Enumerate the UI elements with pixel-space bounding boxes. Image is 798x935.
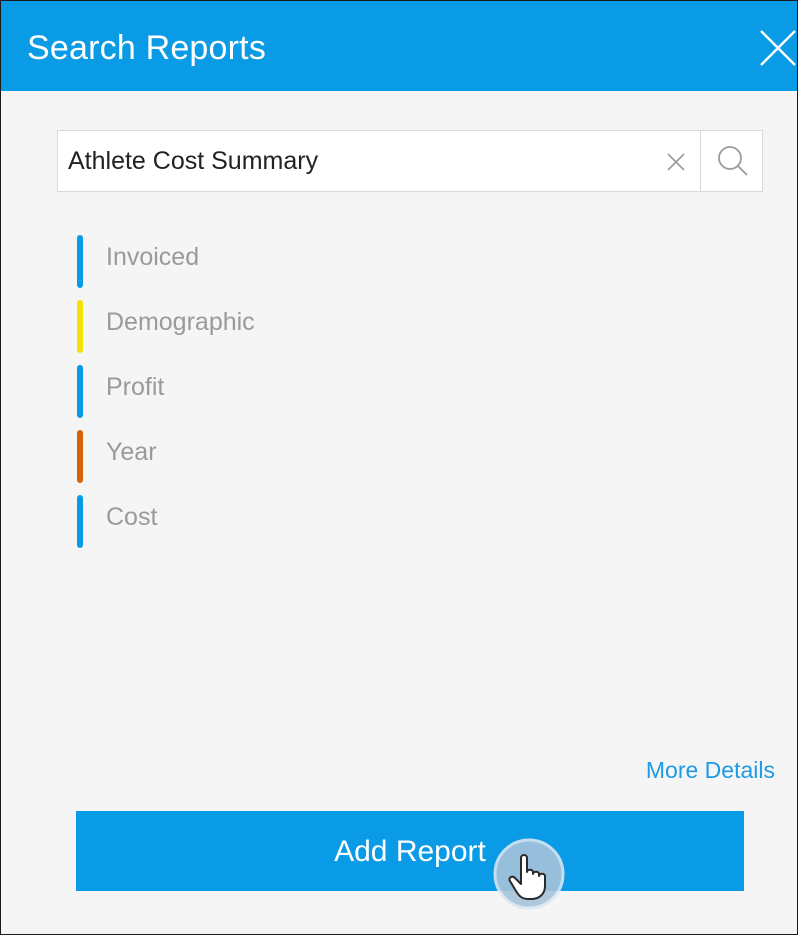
panel-header: Search Reports: [1, 1, 797, 91]
panel-title: Search Reports: [27, 29, 267, 67]
clear-icon: [667, 153, 685, 171]
search-icon: [718, 146, 748, 176]
tag-label: Cost: [106, 503, 158, 531]
tag-color-bar: [77, 430, 83, 483]
search-reports-panel: Search Reports Invoiced: [0, 0, 798, 935]
tag-color-bar: [77, 495, 83, 548]
close-icon: [760, 30, 796, 66]
clear-search-button[interactable]: [660, 146, 692, 178]
close-button[interactable]: [751, 25, 797, 71]
more-details-link[interactable]: More Details: [601, 757, 775, 784]
search-button[interactable]: [700, 131, 762, 191]
tag-label: Invoiced: [106, 243, 200, 271]
tag-color-bar: [77, 235, 83, 288]
search-input[interactable]: [58, 131, 668, 191]
search-box: [57, 130, 763, 192]
tag-color-bar: [77, 300, 83, 353]
tag-label: Year: [106, 438, 157, 466]
add-report-button[interactable]: Add Report: [76, 811, 744, 891]
tag-color-bar: [77, 365, 83, 418]
tag-label: Demographic: [106, 308, 255, 336]
hand-pointer-icon: [493, 838, 565, 910]
tag-label: Profit: [106, 373, 165, 401]
